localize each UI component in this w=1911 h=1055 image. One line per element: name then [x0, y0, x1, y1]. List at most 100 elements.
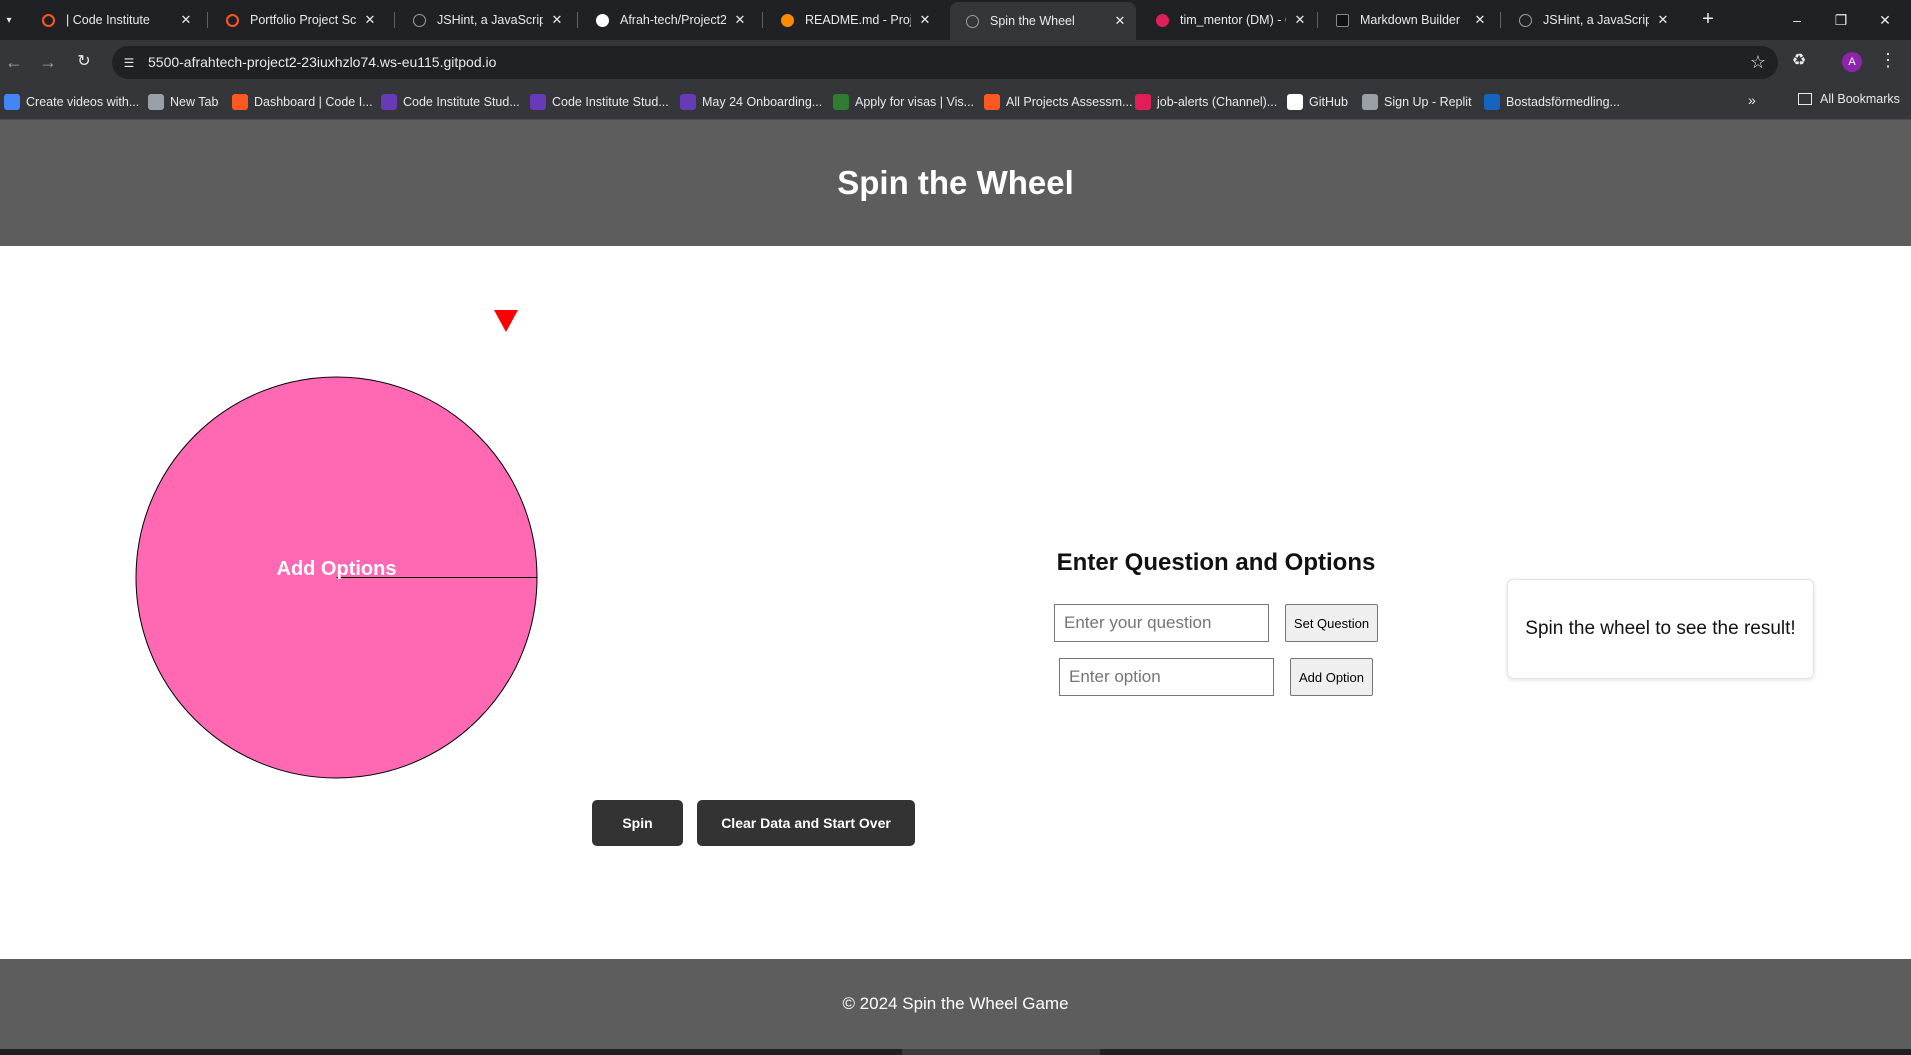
- tab-close-icon[interactable]: ✕: [362, 12, 378, 28]
- globe-icon: [1517, 12, 1533, 28]
- site-header: Spin the Wheel: [0, 120, 1911, 246]
- bookmark-item[interactable]: Create videos with...: [4, 92, 139, 112]
- bookmark-item[interactable]: Apply for visas | Vis...: [833, 92, 974, 112]
- question-input[interactable]: [1054, 604, 1269, 642]
- bookmark-label: Create videos with...: [26, 95, 140, 109]
- bookmark-item[interactable]: Bostadsförmedling...: [1484, 92, 1620, 112]
- browser-tab[interactable]: README.md - Project ✕: [765, 4, 941, 36]
- tab-close-icon[interactable]: ✕: [1655, 12, 1671, 28]
- bookmark-favicon-icon: [680, 94, 696, 110]
- tab-close-icon[interactable]: ✕: [1472, 12, 1488, 28]
- bookmark-label: Sign Up - Replit: [1384, 95, 1472, 109]
- browser-tab[interactable]: Markdown Builder ✕: [1320, 4, 1496, 36]
- browser-tab[interactable]: | Code Institute ✕: [26, 4, 202, 36]
- bookmark-label: May 24 Onboarding...: [702, 95, 823, 109]
- tab-close-icon[interactable]: ✕: [1112, 13, 1128, 29]
- browser-tab[interactable]: tim_mentor (DM) - Co ✕: [1140, 4, 1316, 36]
- tab-separator: [577, 12, 578, 28]
- reload-icon[interactable]: ↻: [72, 50, 96, 74]
- bookmark-favicon-icon: [984, 94, 1000, 110]
- bookmark-star-icon[interactable]: ☆: [1750, 52, 1766, 73]
- tab-title: Portfolio Project Scop: [250, 13, 356, 27]
- clear-data-button[interactable]: Clear Data and Start Over: [697, 800, 915, 846]
- bookmark-favicon-icon: [381, 94, 397, 110]
- site-info-icon[interactable]: ☰: [120, 54, 138, 72]
- tab-title: | Code Institute: [66, 13, 150, 27]
- spin-button[interactable]: Spin: [592, 800, 683, 846]
- all-bookmarks-button[interactable]: All Bookmarks: [1798, 92, 1900, 106]
- bookmark-item[interactable]: Sign Up - Replit: [1362, 92, 1472, 112]
- tab-separator: [762, 12, 763, 28]
- wheel-pointer-icon: [494, 310, 518, 332]
- slack-icon: [1154, 12, 1170, 28]
- bookmark-item[interactable]: May 24 Onboarding...: [680, 92, 822, 112]
- url-text[interactable]: 5500-afrahtech-project2-23iuxhzlo74.ws-e…: [148, 54, 496, 70]
- tab-separator: [1317, 12, 1318, 28]
- tab-close-icon[interactable]: ✕: [178, 12, 194, 28]
- bookmarks-overflow-icon[interactable]: »: [1748, 92, 1756, 108]
- close-window-icon[interactable]: ✕: [1870, 8, 1900, 32]
- bookmark-label: job-alerts (Channel)...: [1157, 95, 1278, 109]
- minimize-icon[interactable]: –: [1782, 8, 1812, 32]
- browser-menu-icon[interactable]: ⋮: [1878, 50, 1898, 72]
- bookmark-item[interactable]: All Projects Assessm...: [984, 92, 1132, 112]
- browser-tab[interactable]: Portfolio Project Scop ✕: [210, 4, 386, 36]
- tab-title: JSHint, a JavaScript C: [1543, 13, 1649, 27]
- bookmark-label: Code Institute Stud...: [552, 95, 669, 109]
- page-title: Spin the Wheel: [837, 164, 1074, 201]
- browser-tab[interactable]: JSHint, a JavaScript C ✕: [1503, 4, 1679, 36]
- bookmark-favicon-icon: [833, 94, 849, 110]
- globe-icon: [411, 12, 427, 28]
- bookmark-favicon-icon: [1135, 94, 1151, 110]
- code-institute-icon: [224, 12, 240, 28]
- markdown-icon: [1334, 12, 1350, 28]
- profile-avatar[interactable]: A: [1842, 52, 1862, 72]
- bookmarks-bar: Create videos with... New Tab Dashboard | …: [0, 84, 1911, 120]
- footer-text: © 2024 Spin the Wheel Game: [842, 994, 1069, 1013]
- tab-separator: [1500, 12, 1501, 28]
- restore-icon[interactable]: ❐: [1826, 8, 1856, 32]
- tab-title: JSHint, a JavaScript C: [437, 13, 543, 27]
- address-bar[interactable]: ☰ 5500-afrahtech-project2-23iuxhzlo74.ws…: [112, 46, 1778, 79]
- bookmark-item[interactable]: Code Institute Stud...: [381, 92, 520, 112]
- browser-tab[interactable]: Spin the Wheel ✕: [950, 2, 1136, 40]
- bookmark-label: Apply for visas | Vis...: [855, 95, 975, 109]
- horizontal-scrollbar[interactable]: [902, 1049, 1100, 1055]
- bookmark-favicon-icon: [1484, 94, 1500, 110]
- code-institute-icon: [40, 12, 56, 28]
- all-bookmarks-label: All Bookmarks: [1820, 92, 1900, 106]
- bookmark-label: Bostadsförmedling...: [1506, 95, 1620, 109]
- new-tab-button[interactable]: +: [1696, 8, 1720, 32]
- bookmark-item[interactable]: job-alerts (Channel)...: [1135, 92, 1277, 112]
- bookmark-favicon-icon: [4, 94, 20, 110]
- tab-title: Spin the Wheel: [990, 14, 1075, 28]
- forward-icon[interactable]: →: [36, 50, 60, 74]
- bookmark-label: New Tab: [170, 95, 219, 109]
- browser-tab[interactable]: Afrah-tech/Project2 ✕: [580, 4, 756, 36]
- add-option-button[interactable]: Add Option: [1290, 658, 1373, 696]
- extensions-icon[interactable]: ♻: [1788, 50, 1810, 72]
- tab-search-icon[interactable]: ▾: [0, 8, 18, 32]
- bookmark-label: Code Institute Stud...: [403, 95, 520, 109]
- tab-title: README.md - Project: [805, 13, 911, 27]
- github-icon: [594, 12, 610, 28]
- bookmark-item[interactable]: Dashboard | Code I...: [232, 92, 373, 112]
- gitpod-icon: [779, 12, 795, 28]
- bookmark-favicon-icon: [530, 94, 546, 110]
- bookmark-favicon-icon: [1287, 94, 1303, 110]
- bookmark-label: GitHub: [1309, 95, 1348, 109]
- tab-close-icon[interactable]: ✕: [917, 12, 933, 28]
- option-input[interactable]: [1059, 658, 1274, 696]
- tab-close-icon[interactable]: ✕: [549, 12, 565, 28]
- bookmark-item[interactable]: Code Institute Stud...: [530, 92, 669, 112]
- browser-tab[interactable]: JSHint, a JavaScript C ✕: [397, 4, 573, 36]
- tab-close-icon[interactable]: ✕: [1292, 12, 1308, 28]
- tab-separator: [207, 12, 208, 28]
- bookmark-item[interactable]: GitHub: [1287, 92, 1348, 112]
- tab-strip: ▾ | Code Institute✕Portfolio Project Sco…: [0, 0, 1911, 40]
- set-question-button[interactable]: Set Question: [1285, 604, 1378, 642]
- bookmark-item[interactable]: New Tab: [148, 92, 218, 112]
- site-footer: © 2024 Spin the Wheel Game: [0, 959, 1911, 1049]
- back-icon[interactable]: ←: [2, 50, 26, 74]
- tab-close-icon[interactable]: ✕: [732, 12, 748, 28]
